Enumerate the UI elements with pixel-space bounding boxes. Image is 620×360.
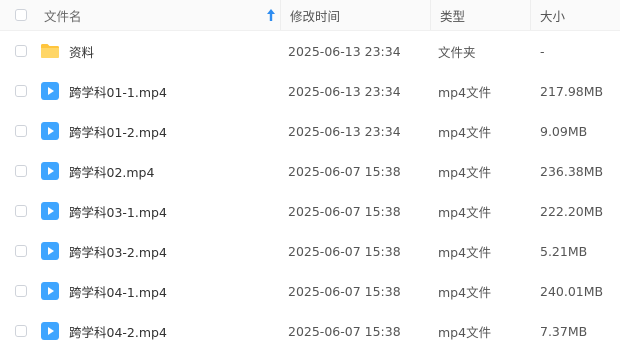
file-list-header: 文件名 修改时间 类型 大小 — [0, 0, 620, 31]
column-header-name[interactable]: 文件名 — [44, 0, 282, 30]
select-all-checkbox[interactable] — [15, 9, 27, 21]
file-type: mp4文件 — [438, 244, 492, 260]
row-checkbox-cell — [15, 31, 29, 71]
file-row[interactable]: 跨学科01-1.mp4 2025-06-13 23:34 mp4文件 217.98MB — [0, 71, 620, 111]
file-name[interactable]: 跨学科02.mp4 — [69, 162, 154, 181]
video-file-icon — [40, 321, 60, 341]
column-divider[interactable] — [280, 0, 281, 30]
column-header-modified[interactable]: 修改时间 — [290, 0, 430, 30]
file-row[interactable]: 跨学科02.mp4 2025-06-07 15:38 mp4文件 236.38MB — [0, 151, 620, 191]
file-name-cell[interactable]: 跨学科01-2.mp4 — [40, 111, 278, 151]
sort-ascending-arrow-icon[interactable] — [266, 8, 276, 22]
file-type: mp4文件 — [438, 284, 492, 300]
file-size: 222.20MB — [540, 203, 604, 219]
file-name-cell[interactable]: 跨学科04-2.mp4 — [40, 311, 278, 351]
row-checkbox[interactable] — [15, 165, 27, 177]
video-file-icon — [40, 161, 60, 181]
row-checkbox[interactable] — [15, 85, 27, 97]
column-divider[interactable] — [530, 0, 531, 30]
file-type: mp4文件 — [438, 124, 492, 140]
file-list: 文件名 修改时间 类型 大小 资料 2025-06-13 23:34 文件夹 - 跨学科… — [0, 0, 620, 351]
row-checkbox-cell — [15, 111, 29, 151]
file-modified: 2025-06-07 15:38 — [288, 163, 401, 179]
row-checkbox[interactable] — [15, 125, 27, 137]
row-checkbox-cell — [15, 231, 29, 271]
file-type: 文件夹 — [438, 44, 476, 60]
row-checkbox-cell — [15, 71, 29, 111]
folder-icon — [40, 41, 60, 61]
file-type: mp4文件 — [438, 164, 492, 180]
column-divider[interactable] — [430, 0, 431, 30]
file-type: mp4文件 — [438, 204, 492, 220]
file-name[interactable]: 跨学科04-1.mp4 — [69, 282, 167, 301]
row-checkbox-cell — [15, 311, 29, 351]
file-row[interactable]: 跨学科01-2.mp4 2025-06-13 23:34 mp4文件 9.09MB — [0, 111, 620, 151]
row-checkbox[interactable] — [15, 285, 27, 297]
video-file-icon — [40, 121, 60, 141]
file-name-cell[interactable]: 跨学科03-1.mp4 — [40, 191, 278, 231]
column-header-size-label: 大小 — [540, 8, 566, 24]
file-rows: 资料 2025-06-13 23:34 文件夹 - 跨学科01-1.mp4 2025-06… — [0, 31, 620, 351]
file-name-cell[interactable]: 资料 — [40, 31, 278, 71]
row-checkbox[interactable] — [15, 245, 27, 257]
file-size: 217.98MB — [540, 83, 604, 99]
column-header-name-label: 文件名 — [44, 8, 82, 24]
file-name-cell[interactable]: 跨学科04-1.mp4 — [40, 271, 278, 311]
file-name[interactable]: 跨学科04-2.mp4 — [69, 322, 167, 341]
file-name-cell[interactable]: 跨学科01-1.mp4 — [40, 71, 278, 111]
file-size: 5.21MB — [540, 243, 588, 259]
file-type: mp4文件 — [438, 324, 492, 340]
file-row[interactable]: 跨学科03-2.mp4 2025-06-07 15:38 mp4文件 5.21MB — [0, 231, 620, 271]
file-size: - — [540, 43, 545, 59]
file-row[interactable]: 跨学科03-1.mp4 2025-06-07 15:38 mp4文件 222.20MB — [0, 191, 620, 231]
column-header-type-label: 类型 — [440, 8, 466, 24]
video-file-icon — [40, 281, 60, 301]
row-checkbox[interactable] — [15, 205, 27, 217]
file-name-cell[interactable]: 跨学科03-2.mp4 — [40, 231, 278, 271]
video-file-icon — [40, 81, 60, 101]
file-name[interactable]: 资料 — [69, 42, 94, 61]
video-file-icon — [40, 201, 60, 221]
column-header-type[interactable]: 类型 — [440, 0, 530, 30]
file-size: 240.01MB — [540, 283, 604, 299]
file-modified: 2025-06-13 23:34 — [288, 43, 401, 59]
row-checkbox[interactable] — [15, 325, 27, 337]
file-row[interactable]: 资料 2025-06-13 23:34 文件夹 - — [0, 31, 620, 71]
file-type: mp4文件 — [438, 84, 492, 100]
file-size: 236.38MB — [540, 163, 604, 179]
file-name[interactable]: 跨学科03-1.mp4 — [69, 202, 167, 221]
file-modified: 2025-06-13 23:34 — [288, 83, 401, 99]
file-size: 9.09MB — [540, 123, 588, 139]
file-name[interactable]: 跨学科01-1.mp4 — [69, 82, 167, 101]
row-checkbox-cell — [15, 151, 29, 191]
file-modified: 2025-06-13 23:34 — [288, 123, 401, 139]
video-file-icon — [40, 241, 60, 261]
file-modified: 2025-06-07 15:38 — [288, 323, 401, 339]
file-name[interactable]: 跨学科03-2.mp4 — [69, 242, 167, 261]
file-modified: 2025-06-07 15:38 — [288, 243, 401, 259]
row-checkbox-cell — [15, 191, 29, 231]
column-header-modified-label: 修改时间 — [290, 8, 341, 24]
select-all-cell — [15, 0, 29, 30]
file-modified: 2025-06-07 15:38 — [288, 283, 401, 299]
row-checkbox-cell — [15, 271, 29, 311]
file-row[interactable]: 跨学科04-2.mp4 2025-06-07 15:38 mp4文件 7.37MB — [0, 311, 620, 351]
file-modified: 2025-06-07 15:38 — [288, 203, 401, 219]
row-checkbox[interactable] — [15, 45, 27, 57]
file-size: 7.37MB — [540, 323, 588, 339]
column-header-size[interactable]: 大小 — [540, 0, 620, 30]
file-row[interactable]: 跨学科04-1.mp4 2025-06-07 15:38 mp4文件 240.01MB — [0, 271, 620, 311]
file-name-cell[interactable]: 跨学科02.mp4 — [40, 151, 278, 191]
file-name[interactable]: 跨学科01-2.mp4 — [69, 122, 167, 141]
